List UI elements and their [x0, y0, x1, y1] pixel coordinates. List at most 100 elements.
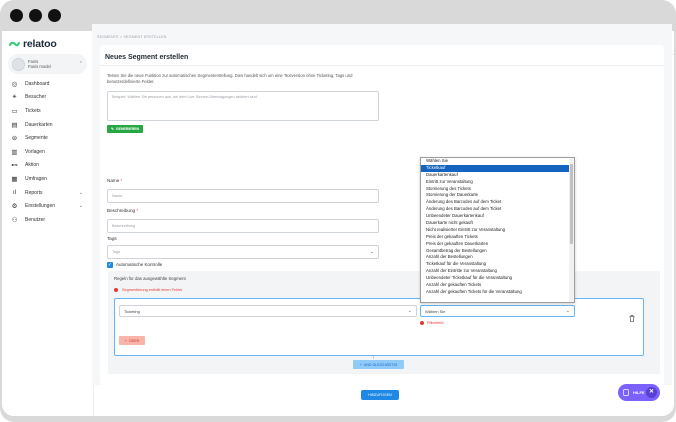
dropdown-option[interactable]: Änderung des Barcodes auf dem Ticket	[421, 206, 574, 213]
dropdown-option[interactable]: Anzahl der gekauften Tickets für die Ver…	[421, 289, 574, 296]
plus-icon: +	[359, 362, 362, 367]
dropdown-option[interactable]: Stornierung der Dauerkarte	[421, 192, 574, 199]
connector-line	[373, 356, 374, 359]
sidebar-item-einstellungen[interactable]: ⚙ Einstellungen ⌄	[11, 199, 91, 213]
sidebar-item-umfragen[interactable]: ▦ Umfragen	[11, 172, 91, 186]
user-subtitle: Fanis model	[28, 64, 51, 69]
sidebar-item-tickets[interactable]: ▭ Tickets	[11, 104, 91, 118]
dropdown-option[interactable]: Eintritt zur Veranstaltung	[421, 179, 574, 186]
name-label-text: Name	[107, 178, 120, 183]
settings-icon: ⚙	[11, 203, 18, 211]
generate-button-label: GENERIEREN	[115, 127, 140, 131]
dropdown-option[interactable]: Nicht realisierter Eintritt zur Veransta…	[421, 227, 574, 234]
sidebar-item-label: Benutzer	[25, 216, 46, 223]
dropdown-option[interactable]: Wählen Sie	[421, 158, 574, 165]
dropdown-option[interactable]: Anzahl der gekauften Tickets	[421, 282, 574, 289]
sidebar-item-label: Dashboard	[25, 80, 50, 87]
auto-control-checkbox[interactable]: ✓	[107, 262, 113, 268]
ticket-icon: ▭	[11, 107, 18, 115]
sidebar-item-label: Segmente	[25, 135, 48, 142]
reports-icon: ıl	[12, 189, 17, 197]
generate-button[interactable]: ✎ GENERIEREN	[107, 125, 143, 133]
sidebar-item-vorlagen[interactable]: ▥ Vorlagen	[11, 145, 91, 159]
rules-title: Regeln für das ausgewählte Segment	[114, 276, 186, 281]
sidebar-item-segmente[interactable]: ⊜ Segmente	[11, 131, 91, 145]
name-input[interactable]: Name	[107, 189, 379, 203]
dropdown-option[interactable]: Anzahl der Eintritte zur Veranstaltung	[421, 268, 574, 275]
sidebar-item-label: Tickets	[25, 107, 41, 114]
plus-icon: +	[124, 338, 127, 343]
or-button[interactable]: + ODER	[119, 336, 145, 345]
action-icon: ⊷	[11, 162, 18, 170]
sidebar-item-dashboard[interactable]: ◎ Dashboard	[11, 77, 91, 91]
dropdown-option[interactable]: Gesamtbetrag der Bestellungen	[421, 248, 574, 255]
dropdown-option[interactable]: Stornierung des Tickets	[421, 186, 574, 193]
window-dot[interactable]	[48, 9, 61, 22]
dropdown-option[interactable]: Anzahl der Bestellungen	[421, 254, 574, 261]
rule-choice-dropdown[interactable]: Wählen Sie Ticketkauf Dauerkartenkauf Eintr…	[420, 157, 575, 303]
sidebar-item-reports[interactable]: ıl Reports ⌄	[11, 186, 91, 200]
dropdown-option[interactable]: Ticketkauf für die Veranstaltung	[421, 261, 574, 268]
brand-name: relatoo	[23, 38, 57, 50]
dropdown-option[interactable]: Preis der gekauften Tickets	[421, 234, 574, 241]
sidebar-item-aktion[interactable]: ⊷ Aktion	[11, 159, 91, 173]
dropdown-option[interactable]: Unbeendeter Dauerkartenkauf	[421, 213, 574, 220]
or-button-label: ODER	[128, 338, 140, 343]
rule-type-select[interactable]: Ticketing ⌄	[119, 305, 417, 317]
rule-choice-value: Wählen Sie	[425, 308, 446, 314]
sidebar-item-benutzer[interactable]: ⚇ Benutzer	[11, 213, 91, 227]
tags-select[interactable]: Tags ⌄	[107, 245, 379, 259]
window-dot[interactable]	[10, 9, 23, 22]
and-button[interactable]: + UND GLEICHZEITIG	[353, 360, 404, 369]
rule-choice-error-text: Pflichtfeld	[427, 321, 444, 325]
chevron-down-icon: ⌄	[78, 203, 83, 210]
user-switcher[interactable]: Fanis Fanis model ⌃	[8, 54, 87, 74]
rule-choice-select[interactable]: Wählen Sie ⌄	[420, 305, 575, 317]
description-label-text: Beschreibung	[107, 208, 136, 213]
trash-icon[interactable]	[629, 315, 635, 322]
divider	[100, 65, 664, 66]
dropdown-option[interactable]: Unbeendeter Ticketkauf für die Veranstal…	[421, 275, 574, 282]
dropdown-option[interactable]: Änderung des Barcodes auf dem Ticket	[421, 199, 574, 206]
chevron-down-icon: ⌄	[565, 308, 570, 314]
auto-control-label: Automatische Kontrolle	[116, 262, 163, 267]
sidebar-item-dauerkarten[interactable]: ▤ Dauerkarten	[11, 118, 91, 132]
dropdown-option[interactable]: Ticketkauf	[421, 164, 574, 172]
magic-wand-icon: ✎	[110, 127, 114, 131]
window-dot[interactable]	[29, 9, 42, 22]
sidebar-item-besucher[interactable]: ⚹ Besucher	[11, 91, 91, 105]
season-card-icon: ▤	[11, 121, 18, 129]
rule-choice-error: Pflichtfeld	[420, 321, 443, 325]
dropdown-option[interactable]: Preis der gekauften Dauerkarten	[421, 241, 574, 248]
breadcrumb: SEGMENTE > SEGMENT ERSTELLEN	[97, 35, 167, 39]
chevron-down-icon: ⌄	[78, 189, 83, 196]
dashboard-icon: ◎	[11, 80, 18, 88]
sidebar-item-label: Dauerkarten	[25, 121, 53, 128]
description-input[interactable]: Beschreibung	[107, 219, 379, 233]
dropdown-scrollbar[interactable]	[569, 158, 574, 302]
sidebar-item-label: Einstellungen	[25, 203, 56, 210]
rules-error: Segmentierung enthält einen Fehler	[114, 288, 182, 292]
visitors-icon: ⚹	[12, 93, 17, 101]
survey-icon: ▦	[11, 175, 18, 183]
page-title: Neues Segment erstellen	[105, 54, 189, 61]
submit-button[interactable]: HINZUFÜGEN	[361, 390, 399, 400]
window-controls	[10, 9, 61, 22]
rules-error-text: Segmentierung enthält einen Fehler	[122, 288, 183, 292]
dropdown-option[interactable]: Dauerkartenkauf	[421, 172, 574, 179]
name-label: Name *	[107, 178, 123, 183]
tags-placeholder: Tags	[112, 250, 121, 254]
sidebar-item-label: Aktion	[25, 162, 39, 169]
help-icon	[623, 389, 629, 396]
sidebar-item-label: Vorlagen	[25, 148, 45, 155]
error-icon	[420, 321, 424, 325]
segments-icon: ⊜	[11, 135, 18, 143]
logo[interactable]: relatoo	[9, 38, 57, 50]
prompt-textarea[interactable]: Beispiel: Wählen Sie personen aus, bei d…	[107, 91, 379, 121]
scrollbar-thumb[interactable]	[570, 164, 573, 244]
help-widget[interactable]: HILFE ✕	[618, 384, 660, 401]
close-icon[interactable]: ✕	[646, 387, 657, 398]
intro-text: Testen Sie die neue Funktion zur automat…	[107, 73, 353, 85]
dropdown-option[interactable]: Dauerkarte nicht gekauft	[421, 220, 574, 227]
tags-label: Tags	[107, 236, 117, 241]
